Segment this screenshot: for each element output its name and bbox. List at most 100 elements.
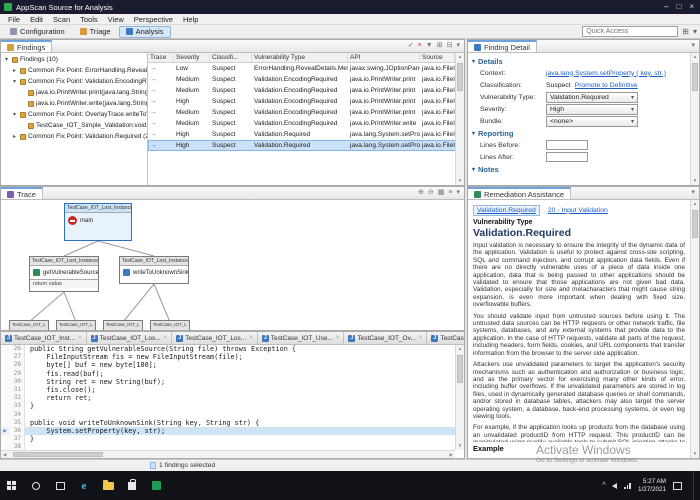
finding-detail-tab[interactable]: Finding Detail bbox=[468, 40, 537, 52]
column-header[interactable]: API bbox=[348, 53, 420, 62]
column-header[interactable]: Source bbox=[420, 53, 455, 62]
twistie-icon[interactable]: ▸ bbox=[11, 67, 18, 74]
finding-row[interactable]: → Low Suspect ErrorHandling.RevealDetail… bbox=[148, 63, 464, 74]
table-scrollbar[interactable]: ▲ ▼ bbox=[455, 53, 464, 185]
finding-row[interactable]: → Medium Suspect Validation.EncodingRequ… bbox=[148, 118, 464, 129]
finding-row[interactable]: → Medium Suspect Validation.EncodingRequ… bbox=[148, 85, 464, 96]
editor-tab[interactable]: J TestCase_IOT_Los... × bbox=[172, 332, 258, 344]
perspective-tab[interactable]: Triage bbox=[73, 26, 118, 38]
scrollbar-thumb[interactable] bbox=[457, 355, 463, 383]
finding-tree-item[interactable]: ▸ Common Fix Point: Validation.Required … bbox=[1, 131, 147, 142]
menu-item[interactable]: Help bbox=[178, 14, 203, 25]
editor-tab[interactable]: J TestCase_IOT_Si... × bbox=[427, 332, 464, 344]
zoom-out-icon[interactable]: ⊖ bbox=[428, 189, 434, 197]
finding-row[interactable]: → High Suspect Validation.Required java.… bbox=[148, 140, 464, 151]
scroll-down-icon[interactable]: ▼ bbox=[691, 177, 699, 185]
scrollbar-thumb[interactable] bbox=[692, 63, 698, 91]
scroll-up-icon[interactable]: ▲ bbox=[691, 53, 699, 61]
scroll-down-icon[interactable]: ▼ bbox=[691, 450, 699, 458]
finding-tree-item[interactable]: ▸ Common Fix Point: ErrorHandling.Reveal… bbox=[1, 65, 147, 76]
open-perspective-icon[interactable]: ⊞ bbox=[682, 27, 689, 37]
trace-node-source[interactable]: TestCase_IOT_Lost_Instance getVulnerable… bbox=[29, 256, 99, 292]
view-menu-icon[interactable]: ▾ bbox=[456, 189, 460, 197]
trace-node-stub[interactable]: TestCase_IOT_L bbox=[103, 320, 143, 330]
column-header[interactable]: Severity bbox=[174, 53, 210, 62]
promote-icon[interactable]: ✓ bbox=[408, 42, 414, 50]
notes-section-header[interactable]: ▾ Notes bbox=[472, 163, 686, 175]
taskbar-clock[interactable]: 5:27 AM 1/27/2021 bbox=[638, 478, 666, 493]
trace-node-main[interactable]: TestCase_IOT_Lost_Instance main bbox=[64, 203, 132, 241]
view-menu-icon[interactable]: ▾ bbox=[456, 42, 460, 50]
layout-icon[interactable]: ≡ bbox=[448, 189, 452, 197]
menu-item[interactable]: Edit bbox=[25, 14, 48, 25]
vulnerability-type-select[interactable]: Validation.Required ▾ bbox=[546, 92, 638, 103]
detail-scrollbar[interactable]: ▲ ▼ bbox=[690, 53, 699, 185]
finding-row[interactable]: → High Suspect Validation.Required java.… bbox=[148, 129, 464, 140]
trace-view-tab[interactable]: Trace bbox=[1, 187, 43, 199]
editor-hscrollbar[interactable]: ◀ ▶ bbox=[1, 450, 455, 458]
show-hidden-icons-button[interactable]: ^ bbox=[602, 482, 605, 489]
trace-node-sink[interactable]: TestCase_IOT_Lost_Instance writeToUnknow… bbox=[119, 256, 189, 284]
remediation-topic-link[interactable]: Validation.Required bbox=[473, 205, 540, 216]
scrollbar-thumb[interactable] bbox=[692, 210, 698, 238]
trace-node-stub[interactable]: TestCase_IOT_L bbox=[150, 320, 190, 330]
lines-before-input[interactable] bbox=[546, 140, 588, 150]
finding-tree-item[interactable]: TestCase_IOT_Simple_Validation:void (4) bbox=[1, 120, 147, 131]
show-desktop-button[interactable] bbox=[693, 471, 696, 500]
promote-to-definitive-link[interactable]: Promote to Definitive bbox=[575, 82, 638, 89]
details-section-header[interactable]: ▾ Details bbox=[472, 55, 686, 67]
code-line[interactable]: 27 FileInputStream fis = new FileInputSt… bbox=[1, 353, 455, 361]
remediation-scrollbar[interactable]: ▲ ▼ bbox=[690, 200, 699, 458]
tab-close-icon[interactable]: × bbox=[336, 335, 340, 341]
view-menu-icon[interactable]: ▾ bbox=[691, 189, 695, 197]
finding-row[interactable]: → Medium Suspect Validation.EncodingRequ… bbox=[148, 107, 464, 118]
bundle-select[interactable]: <none> ▾ bbox=[546, 116, 638, 127]
reporting-section-header[interactable]: ▾ Reporting bbox=[472, 127, 686, 139]
scrollbar-thumb[interactable] bbox=[13, 452, 103, 457]
quick-access-input[interactable] bbox=[582, 26, 678, 37]
finding-tree-item[interactable]: java.io.PrintWriter.print(java.lang.Stri… bbox=[1, 87, 147, 98]
zoom-in-icon[interactable]: ⊕ bbox=[418, 189, 424, 197]
remediation-topic-link[interactable]: 20 - Input Validation bbox=[548, 207, 608, 214]
lines-after-input[interactable] bbox=[546, 152, 588, 162]
menu-item[interactable]: View bbox=[103, 14, 129, 25]
editor-tab[interactable]: J TestCase_IOT_Inst... × bbox=[1, 332, 87, 344]
context-link[interactable]: java.lang.System.setProperty ( key, str … bbox=[546, 70, 666, 77]
search-button[interactable] bbox=[24, 471, 48, 500]
severity-select[interactable]: High ▾ bbox=[546, 104, 638, 115]
code-line[interactable]: 35 public void writeToUnknownSink(String… bbox=[1, 419, 455, 427]
speaker-icon[interactable] bbox=[612, 483, 617, 489]
findings-view-tab[interactable]: Findings bbox=[1, 40, 52, 52]
menu-item[interactable]: Perspective bbox=[129, 14, 178, 25]
code-line[interactable]: ▶ 36 System.setProperty(key, str); bbox=[1, 427, 455, 435]
finding-tree-item[interactable]: ▾ Common Fix Point: Validation.EncodingR… bbox=[1, 76, 147, 87]
tab-close-icon[interactable]: × bbox=[78, 335, 82, 341]
file-explorer-button[interactable] bbox=[96, 471, 120, 500]
finding-row[interactable]: → High Suspect Validation.EncodingRequir… bbox=[148, 96, 464, 107]
twistie-icon[interactable]: ▾ bbox=[11, 111, 18, 118]
task-view-button[interactable] bbox=[48, 471, 72, 500]
finding-row[interactable]: → Medium Suspect Validation.EncodingRequ… bbox=[148, 74, 464, 85]
scroll-right-icon[interactable]: ▶ bbox=[450, 451, 453, 459]
view-menu-icon[interactable]: ▾ bbox=[693, 27, 697, 37]
network-icon[interactable] bbox=[624, 482, 631, 489]
code-line[interactable]: 31 fis.close(); bbox=[1, 386, 455, 394]
close-icon[interactable]: × bbox=[689, 3, 694, 11]
editor-tab[interactable]: J TestCase_IOT_Los... × bbox=[87, 332, 173, 344]
scrollbar-thumb[interactable] bbox=[457, 63, 463, 91]
finding-tree-item[interactable]: java.io.PrintWriter.write(java.lang.Stri… bbox=[1, 98, 147, 109]
fit-to-window-icon[interactable]: ▦ bbox=[438, 189, 445, 197]
collapse-all-icon[interactable]: ⊟ bbox=[447, 42, 453, 50]
code-line[interactable]: 37 } bbox=[1, 435, 455, 443]
code-line[interactable]: 34 bbox=[1, 411, 455, 419]
expand-all-icon[interactable]: ⊞ bbox=[437, 42, 443, 50]
scroll-up-icon[interactable]: ▲ bbox=[456, 345, 464, 353]
code-line[interactable]: 29 fis.read(buf); bbox=[1, 370, 455, 378]
scroll-down-icon[interactable]: ▼ bbox=[456, 177, 464, 185]
start-button[interactable] bbox=[0, 471, 24, 500]
scroll-up-icon[interactable]: ▲ bbox=[691, 200, 699, 208]
editor-tab[interactable]: J TestCase_IOT_Ov... × bbox=[344, 332, 427, 344]
trace-node-stub[interactable]: TestCase_IOT_L bbox=[56, 320, 96, 330]
code-line[interactable]: 26 public String getVulnerableSource(Str… bbox=[1, 345, 455, 353]
trace-canvas[interactable]: TestCase_IOT_Lost_Instance main TestCase… bbox=[1, 200, 464, 330]
